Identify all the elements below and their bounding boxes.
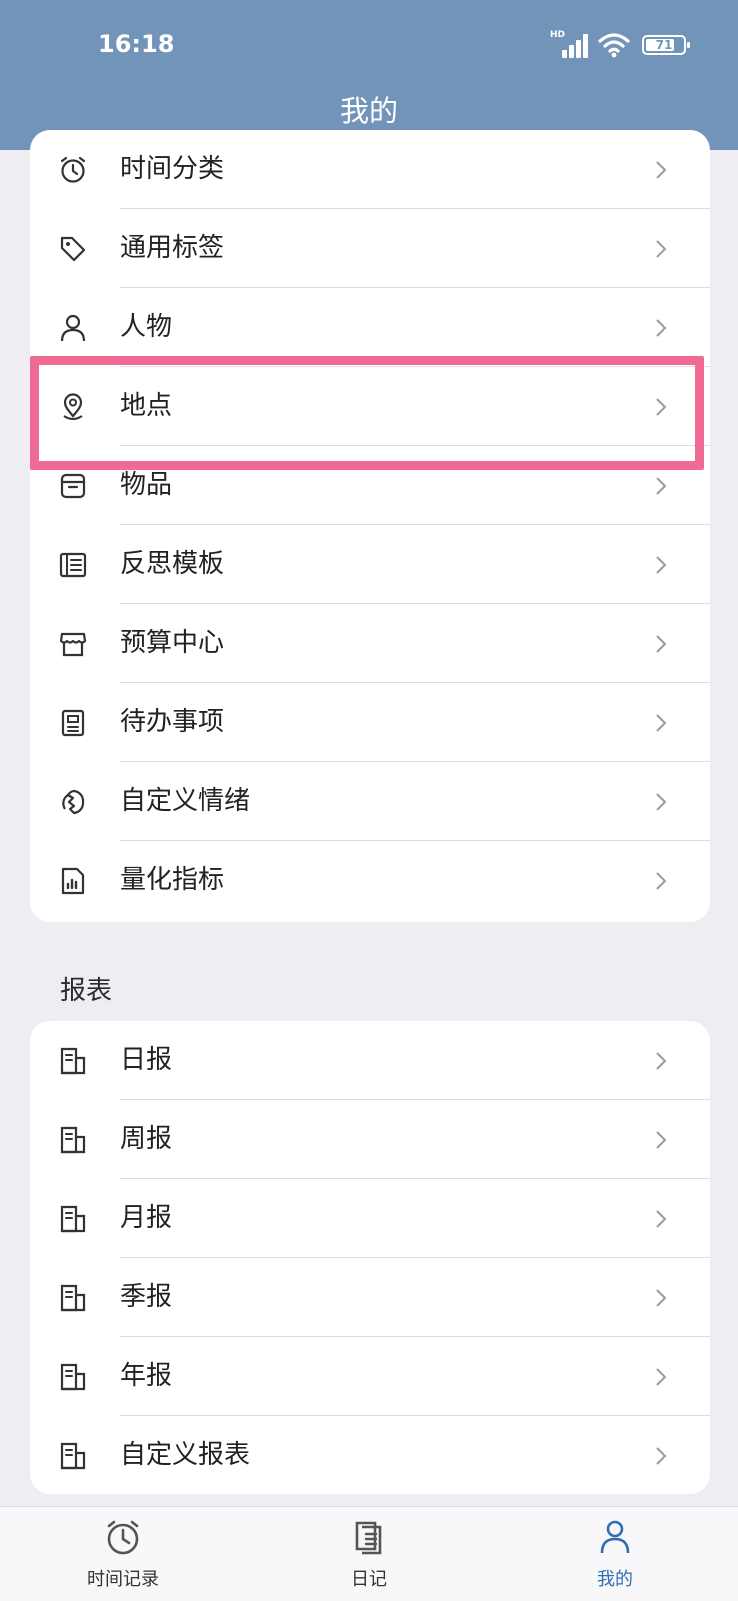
person-icon [60,314,86,342]
profile-icon [600,1520,630,1554]
bottom-tab-bar: 时间记录 日记 我的 [0,1506,738,1601]
chevron-right-icon [656,477,667,495]
alarm-clock-icon [60,156,86,183]
diary-icon [355,1521,382,1555]
chevron-right-icon [656,793,667,811]
list-item-label: 时间分类 [120,154,225,184]
mood-icon [62,789,85,815]
chevron-right-icon [656,1289,667,1307]
checklist-icon [61,709,85,737]
app-header: 16:18 HD 71 我的 [0,0,738,150]
list-item-label: 日报 [120,1045,173,1075]
report-icon [60,1284,86,1312]
store-icon [59,632,87,657]
chevron-right-icon [656,714,667,732]
battery-icon: 71 [642,35,690,55]
chevron-right-icon [656,635,667,653]
report-icon [60,1126,86,1154]
list-item-label: 反思模板 [120,549,225,579]
template-icon [59,552,87,578]
list-item-todos[interactable]: 待办事项 [30,683,710,762]
list-item-label: 年报 [120,1361,173,1391]
list-item-label: 自定义情绪 [120,786,251,816]
report-icon [60,1363,86,1391]
signal-icon: HD [550,30,588,58]
list-item-custom-mood[interactable]: 自定义情绪 [30,762,710,841]
chevron-right-icon [656,161,667,179]
list-item-label: 自定义报表 [120,1440,251,1470]
chevron-right-icon [656,1210,667,1228]
list-item-reflection-template[interactable]: 反思模板 [30,525,710,604]
tab-label: 我的 [597,1569,633,1590]
chevron-right-icon [656,240,667,258]
tab-time-record[interactable]: 时间记录 [0,1507,246,1601]
chevron-right-icon [656,319,667,337]
chevron-right-icon [656,1052,667,1070]
list-item-daily-report[interactable]: 日报 [30,1021,710,1100]
tag-icon [60,236,86,262]
tab-label: 时间记录 [87,1569,159,1590]
tab-label: 日记 [351,1569,387,1590]
chevron-right-icon [656,1447,667,1465]
report-icon [60,1047,86,1075]
chevron-right-icon [656,1368,667,1386]
list-item-label: 周报 [120,1124,173,1154]
chart-file-icon [61,867,85,895]
section-title-reports: 报表 [60,976,113,1006]
list-item-general-tags[interactable]: 通用标签 [30,209,710,288]
highlight-box [30,356,704,470]
chevron-right-icon [656,1131,667,1149]
status-icons: HD 71 [550,30,690,60]
list-item-quarterly-report[interactable]: 季报 [30,1258,710,1337]
chevron-right-icon [656,556,667,574]
list-item-time-category[interactable]: 时间分类 [30,130,710,209]
alarm-clock-icon [107,1520,139,1555]
page-title: 我的 [339,94,398,128]
battery-level: 71 [655,38,673,52]
list-item-weekly-report[interactable]: 周报 [30,1100,710,1179]
list-item-label: 月报 [120,1203,173,1233]
box-icon [60,473,86,499]
list-item-label: 量化指标 [120,865,225,895]
tab-diary[interactable]: 日记 [246,1507,492,1601]
list-item-label: 待办事项 [120,707,225,737]
list-item-label: 通用标签 [120,233,225,263]
reports-card: 日报 周报 月报 季报 年报 自定义报表 [30,1021,710,1494]
wifi-icon [598,33,630,58]
report-icon [60,1442,86,1470]
status-time: 16:18 [98,30,175,58]
chevron-right-icon [656,872,667,890]
list-item-custom-report[interactable]: 自定义报表 [30,1416,710,1495]
report-icon [60,1205,86,1233]
list-item-quant-metrics[interactable]: 量化指标 [30,841,710,920]
network-type: HD [550,30,566,40]
list-item-monthly-report[interactable]: 月报 [30,1179,710,1258]
list-item-label: 预算中心 [120,628,225,658]
list-item-label: 季报 [120,1282,173,1312]
list-item-budget-center[interactable]: 预算中心 [30,604,710,683]
tab-mine[interactable]: 我的 [492,1507,738,1601]
settings-card: 时间分类 通用标签 人物 地点 物品 反思模板 预算中心 待办事项 自定义情绪 … [30,130,710,922]
list-item-yearly-report[interactable]: 年报 [30,1337,710,1416]
